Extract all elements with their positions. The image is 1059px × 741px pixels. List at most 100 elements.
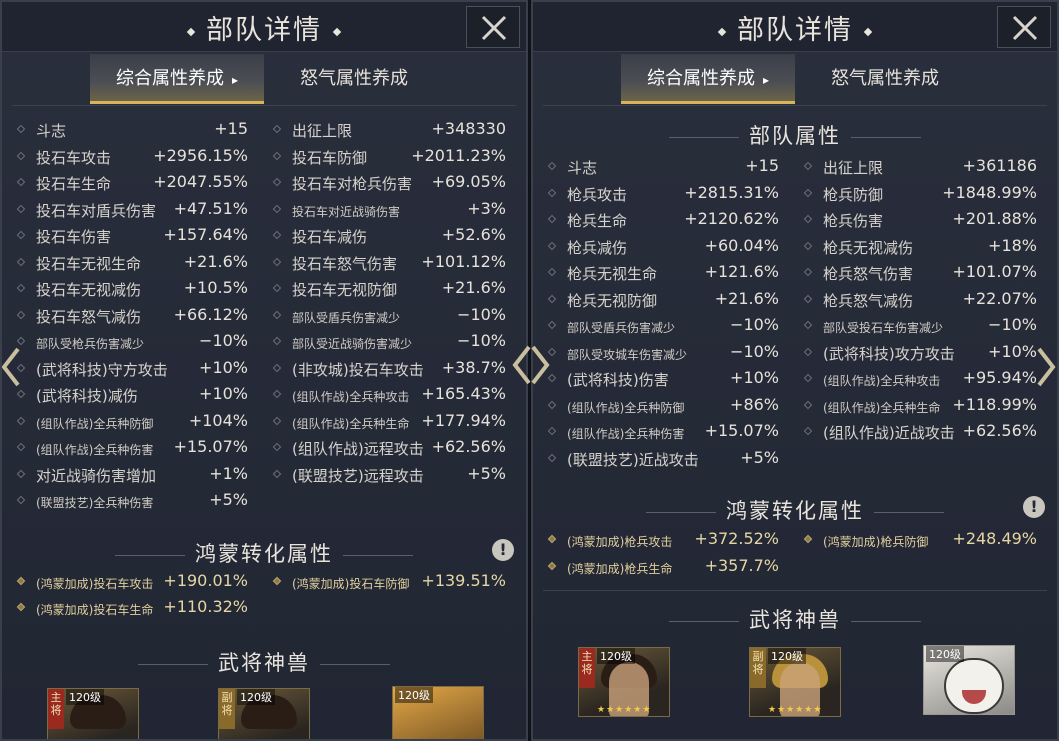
close-button[interactable]	[466, 6, 520, 48]
hongmeng-section-title: 鸿蒙转化属性	[533, 495, 1057, 525]
section-title-text: 鸿蒙转化属性	[726, 499, 864, 523]
stat-row: 投石车减伤 +52.6%	[272, 223, 506, 249]
stat-value: +2956.15%	[153, 145, 248, 165]
info-icon[interactable]: !	[1023, 496, 1045, 518]
stat-value: +5%	[467, 463, 506, 483]
stat-value: +22.07%	[962, 288, 1037, 308]
diamond-bullet-icon	[803, 241, 813, 250]
main-general-tag: 主将	[579, 648, 595, 688]
stat-label: (联盟技艺)远程攻击	[292, 466, 424, 485]
panel-title-text: 部队详情	[737, 15, 853, 46]
diamond-bullet-icon	[272, 283, 282, 293]
diamond-bullet-icon	[272, 363, 282, 372]
diamond-bullet-icon	[272, 177, 282, 187]
stat-row: 投石车攻击 +2956.15%	[16, 144, 248, 170]
stat-label: (鸿蒙加成)枪兵生命	[567, 562, 673, 576]
stat-value: −10%	[199, 331, 248, 350]
divine-beast-card[interactable]: 120级	[392, 686, 484, 739]
diamond-bullet-icon	[803, 161, 813, 171]
tab-rage-growth[interactable]: 怒气属性养成	[805, 54, 965, 104]
stat-label: 部队受盾兵伤害减少	[292, 310, 401, 325]
stat-label: 部队受投石车伤害减少	[823, 321, 944, 335]
general-card-deputy[interactable]: 副将 120级 ★★★★★★	[749, 647, 841, 717]
stat-row: (组队作战)全兵种防御 +86%	[547, 393, 779, 419]
prev-arrow-icon[interactable]	[0, 347, 20, 387]
stat-row: (联盟技艺)远程攻击 +5%	[272, 462, 506, 488]
stat-label: (组队作战)全兵种伤害	[36, 443, 154, 457]
stat-value: −10%	[730, 341, 779, 361]
white-tiger-icon	[944, 658, 1004, 714]
stat-label: 枪兵怒气伤害	[823, 265, 914, 283]
stat-value: +177.94%	[421, 410, 506, 430]
stat-label: (组队作战)全兵种伤害	[567, 427, 685, 441]
title-dot-icon	[186, 27, 196, 36]
stat-value: +372.52%	[694, 529, 779, 548]
stat-value: +15.07%	[173, 437, 248, 456]
section-title-text: 鸿蒙转化属性	[195, 542, 333, 566]
tab-general-growth[interactable]: 综合属性养成 ▸	[621, 54, 795, 104]
ornament-line	[646, 511, 716, 513]
stat-row: 枪兵无视生命 +121.6%	[547, 260, 779, 286]
next-arrow-icon[interactable]	[1037, 347, 1057, 387]
stat-label: (组队作战)全兵种防御	[36, 416, 154, 431]
stat-row: 枪兵生命 +2120.62%	[547, 207, 779, 233]
stat-label: 投石车生命	[36, 175, 112, 193]
beast-section-title: 武将神兽	[533, 604, 1057, 634]
stat-label: 枪兵减伤	[567, 238, 628, 257]
diamond-bullet-icon	[803, 294, 813, 303]
tab-rage-growth[interactable]: 怒气属性养成	[274, 54, 434, 104]
stat-label: (鸿蒙加成)投石车防御	[292, 577, 410, 591]
diamond-bullet-icon	[272, 416, 282, 425]
stat-label: 出征上限	[823, 159, 884, 177]
diamond-bullet-icon	[272, 257, 282, 266]
diamond-bullet-icon	[16, 469, 26, 478]
general-card-main[interactable]: 主将 120级 ★★★★★★	[578, 647, 670, 717]
stat-label: 投石车对近战骑伤害	[292, 204, 401, 219]
diamond-bullet-icon	[803, 267, 813, 277]
divider	[543, 105, 1047, 106]
hongmeng-row: (鸿蒙加成)枪兵防御 +248.49%	[803, 527, 1037, 553]
diamond-bullet-icon	[547, 241, 557, 250]
close-icon	[481, 15, 507, 41]
diamond-bullet-icon	[16, 442, 26, 452]
tab-general-growth[interactable]: 综合属性养成 ▸	[90, 54, 264, 104]
divine-beast-card[interactable]: 120级	[923, 645, 1015, 715]
stat-value: +348330	[431, 119, 506, 138]
stat-row: (组队作战)全兵种攻击 +95.94%	[803, 366, 1037, 392]
stat-label: 投石车无视生命	[36, 254, 142, 273]
diamond-bullet-icon	[272, 469, 282, 478]
section-title-text: 武将神兽	[749, 608, 841, 632]
deputy-general-tag: 副将	[750, 648, 766, 688]
info-icon[interactable]: !	[492, 539, 514, 561]
stat-value: −10%	[457, 304, 506, 324]
stat-label: 投石车对枪兵伤害	[292, 175, 413, 193]
stat-label: 投石车无视减伤	[36, 281, 142, 299]
stat-row: 枪兵无视减伤 +18%	[803, 234, 1037, 260]
stat-value: +5%	[209, 490, 248, 509]
stat-row: (组队作战)全兵种伤害 +15.07%	[547, 419, 779, 445]
stat-value: +21.6%	[183, 251, 248, 271]
diamond-bullet-icon	[16, 416, 26, 425]
ornament-line	[669, 136, 739, 138]
stat-value: +2815.31%	[684, 182, 779, 202]
diamond-bullet-icon	[547, 214, 557, 224]
general-card-main[interactable]: 主将 120级	[47, 688, 139, 739]
diamond-bullet-icon	[803, 214, 813, 224]
stat-label: 枪兵无视减伤	[823, 238, 914, 257]
stat-value: +10%	[199, 384, 248, 403]
stat-value: −10%	[730, 315, 779, 334]
stat-row: (非攻城)投石车攻击 +38.7%	[272, 356, 506, 382]
general-card-deputy[interactable]: 副将 120级	[218, 688, 310, 739]
switch-panel-arrow-icon[interactable]	[511, 345, 551, 385]
stat-label: (组队作战)全兵种攻击	[292, 390, 410, 404]
stat-row: 枪兵减伤 +60.04%	[547, 234, 779, 260]
stat-value: +2011.23%	[411, 145, 506, 165]
close-button[interactable]	[997, 6, 1051, 48]
stat-label: 部队受近战骑伤害减少	[292, 337, 413, 351]
stat-label: (鸿蒙加成)枪兵防御	[823, 535, 929, 549]
troop-details-panel-right: 部队详情 综合属性养成 ▸ 怒气属性养成 部队属性 斗志 +15 枪兵攻击 +2815.…	[531, 0, 1059, 741]
section-title-text: 部队属性	[749, 124, 841, 148]
diamond-bullet-icon	[547, 267, 557, 277]
stat-value: +69.05%	[431, 172, 506, 191]
title-dot-icon	[332, 27, 342, 36]
